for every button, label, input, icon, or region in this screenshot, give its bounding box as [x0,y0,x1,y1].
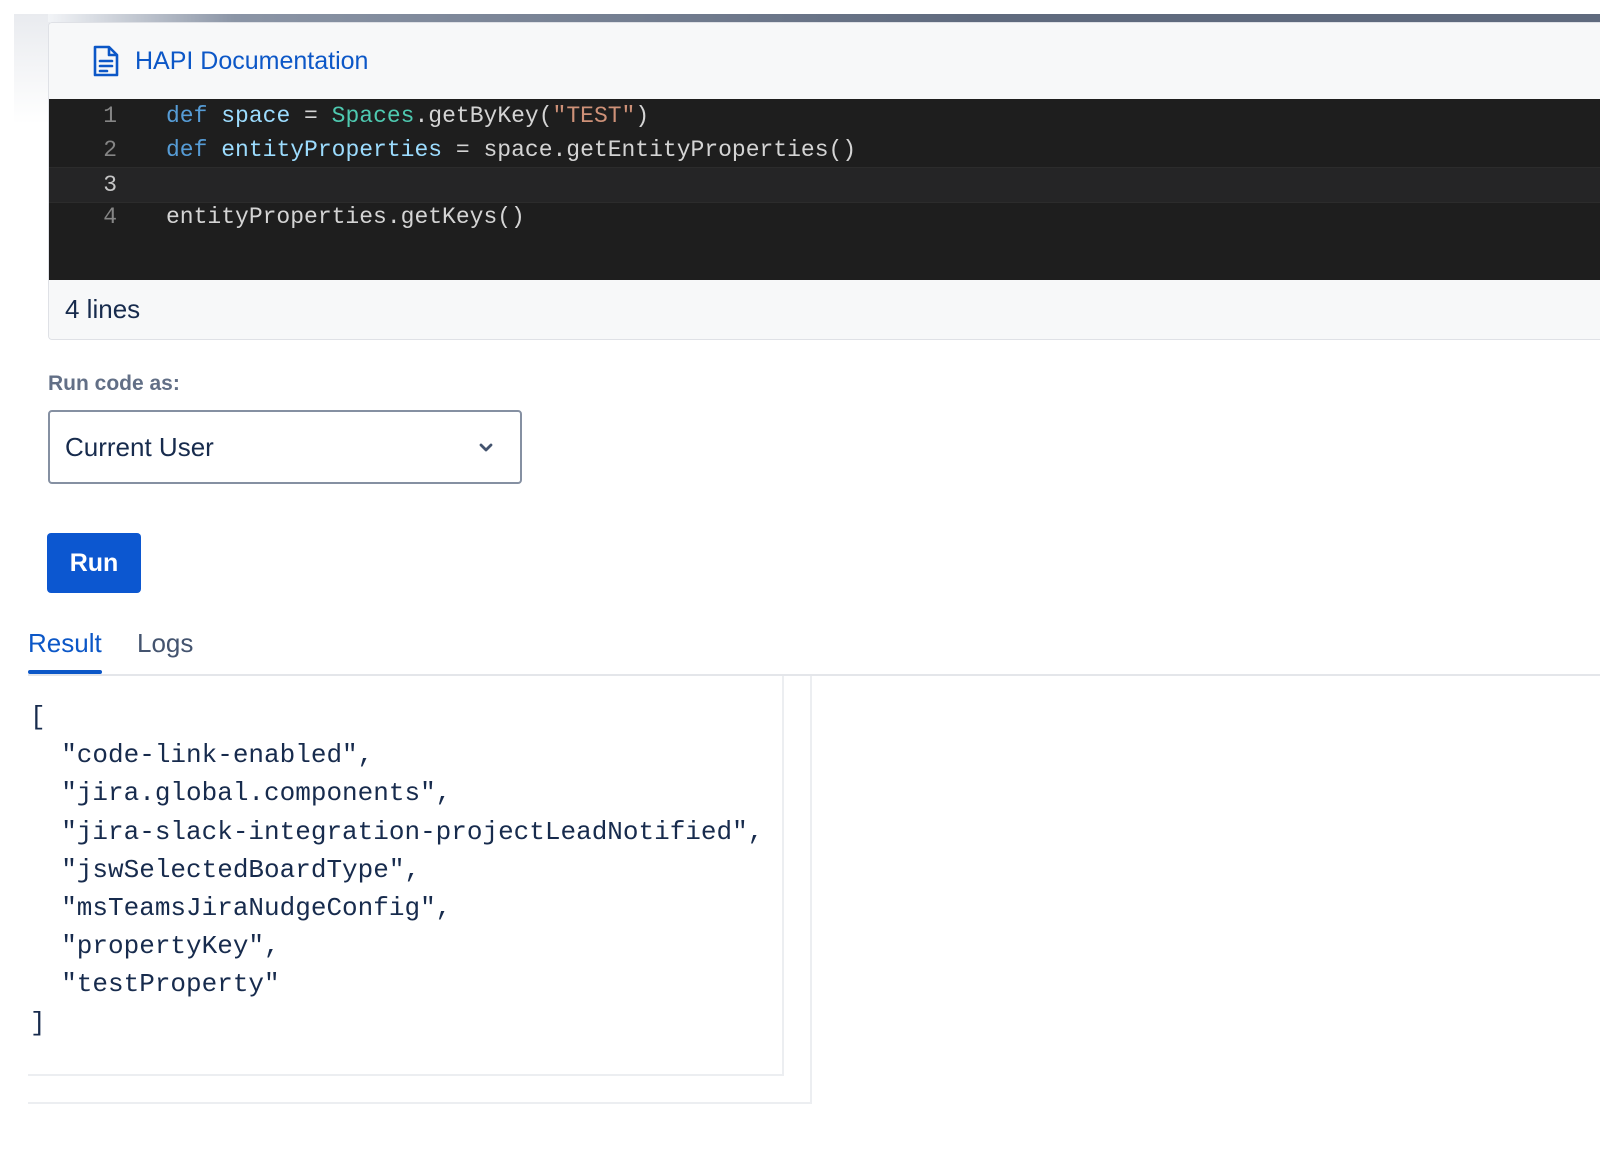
result-tabs: Result Logs [28,620,1600,676]
run-as-selected-value: Current User [65,431,214,462]
line-number: 3 [103,172,117,198]
code-line[interactable]: 2 def entityProperties = space.getEntityP… [49,133,1600,167]
code-token: Spaces [331,103,415,129]
code-line[interactable]: 4 entityProperties.getKeys() [49,200,1600,234]
result-panel: [ "code-link-enabled", "jira.global.comp… [28,676,812,1104]
run-as-label: Run code as: [48,372,180,395]
tab-result[interactable]: Result [28,628,102,674]
code-token: .getByKey( [414,103,553,129]
result-output: [ "code-link-enabled", "jira.global.comp… [30,702,764,1038]
card-shadow [14,14,50,124]
top-border [48,14,1600,22]
hapi-documentation-link[interactable]: HAPI Documentation [135,47,368,76]
code-editor-card: HAPI Documentation 1 def space = Spaces.g… [48,22,1600,340]
line-code: entityProperties.getKeys() [166,204,525,230]
code-editor[interactable]: 1 def space = Spaces.getByKey("TEST") 2 def… [49,99,1600,280]
document-icon[interactable] [91,44,121,78]
code-line[interactable]: 1 def space = Spaces.getByKey("TEST") [49,99,1600,133]
tab-logs-label: Logs [137,628,194,658]
tab-logs[interactable]: Logs [137,628,193,659]
tab-result-label: Result [28,628,102,658]
code-token: entityProperties.getKeys() [166,204,525,230]
chevron-down-icon [476,437,496,457]
run-as-select[interactable]: Current User [48,410,522,484]
active-tab-indicator [28,670,102,674]
code-token: = [290,103,332,129]
result-output-box[interactable]: [ "code-link-enabled", "jira.global.comp… [28,676,784,1076]
editor-footer: 4 lines [49,280,1600,339]
run-button[interactable]: Run [47,533,141,593]
code-line[interactable]: 3 [49,167,1600,203]
code-token: def [166,137,208,163]
line-code: def entityProperties = space.getEntityPr… [166,137,856,163]
code-token: ) [635,103,650,129]
line-number: 2 [103,137,117,163]
documentation-header: HAPI Documentation [49,23,1600,99]
code-token: "TEST" [552,103,636,129]
code-token: entityProperties [221,137,443,163]
code-token: def [166,103,208,129]
line-code: def space = Spaces.getByKey("TEST") [166,103,649,129]
code-token: = space.getEntityProperties() [442,137,857,163]
line-number: 4 [103,204,117,230]
line-count: 4 lines [65,294,141,324]
line-number: 1 [103,103,117,129]
code-token: space [221,103,291,129]
